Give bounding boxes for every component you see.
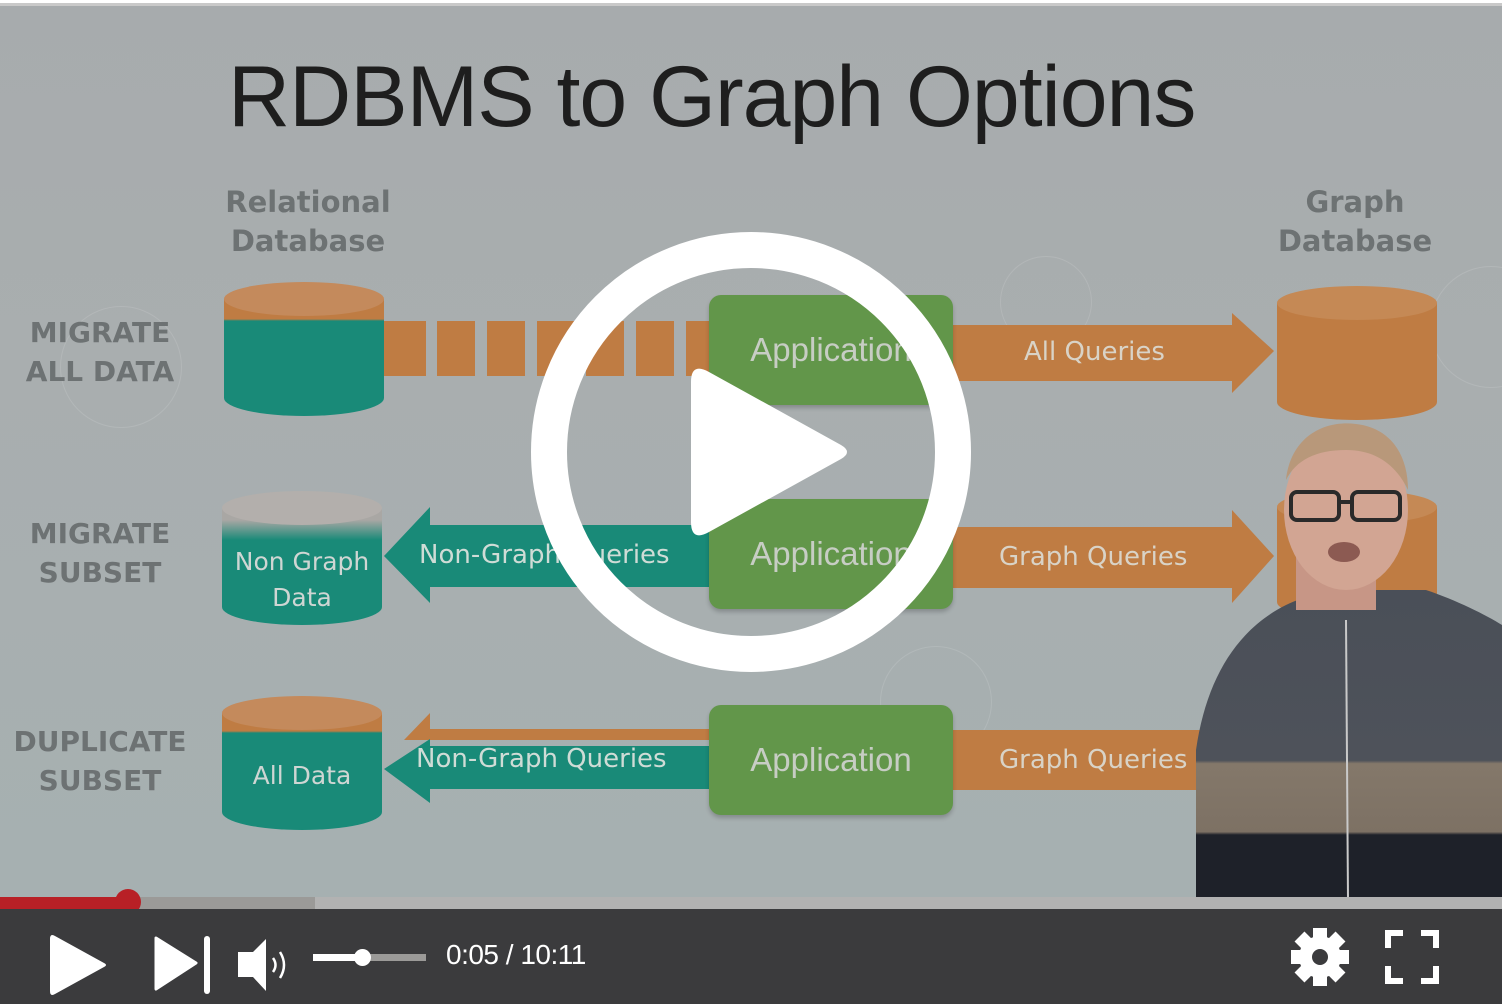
- play-circle-icon[interactable]: [531, 232, 971, 672]
- control-bar: 0:05 / 10:11: [0, 909, 1502, 1004]
- fullscreen-icon[interactable]: [1385, 930, 1439, 984]
- non-graph-data-cylinder: Non Graph Data: [222, 491, 382, 625]
- cylinder-label: Non Graph: [234, 547, 370, 576]
- seek-bar[interactable]: [0, 889, 1502, 915]
- played-range: [0, 897, 128, 909]
- play-icon[interactable]: [46, 933, 110, 997]
- application-box: Application: [709, 705, 953, 815]
- arrow-label-graph-queries: Graph Queries: [999, 745, 1188, 775]
- video-surface[interactable]: RDBMS to Graph Options Relational Databa…: [0, 3, 1502, 897]
- arrow-label-all-queries: All Queries: [1024, 337, 1165, 367]
- cylinder-label: All Data: [252, 761, 352, 790]
- gear-icon[interactable]: [1289, 926, 1351, 988]
- video-player: RDBMS to Graph Options Relational Databa…: [0, 0, 1502, 1004]
- volume-icon[interactable]: [236, 937, 302, 993]
- arrow-duplicate-orange: [404, 713, 710, 740]
- volume-slider[interactable]: [313, 949, 426, 966]
- all-data-cylinder: All Data: [222, 696, 382, 830]
- arrow-label-non-graph: Non-Graph Queries: [416, 744, 667, 774]
- time-display: 0:05 / 10:11: [446, 939, 586, 970]
- presenter-video-overlay: [1196, 423, 1502, 897]
- volume-handle[interactable]: [353, 949, 371, 966]
- arrow-label-graph-queries: Graph Queries: [999, 542, 1188, 572]
- graph-db-cylinder: [1277, 286, 1437, 420]
- relational-db-cylinder: [224, 282, 384, 416]
- cylinder-label: Data: [272, 583, 332, 612]
- skip-next-icon[interactable]: [152, 935, 216, 995]
